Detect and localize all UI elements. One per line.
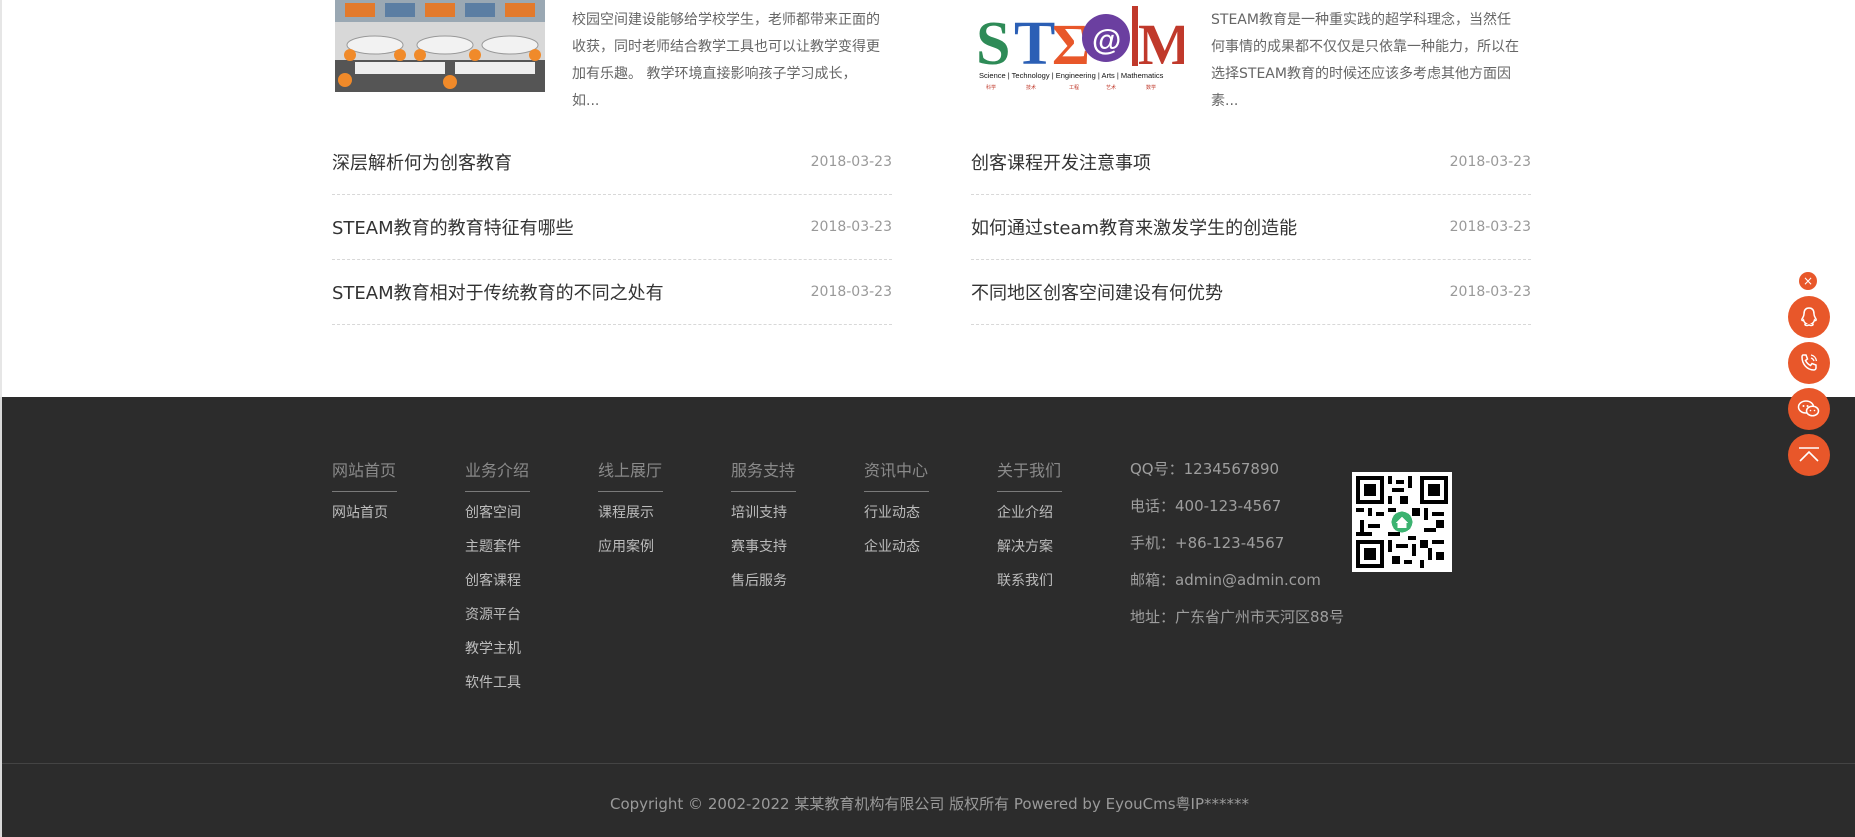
footer-nav-link[interactable]: 行业动态 [864, 496, 929, 530]
qr-code [1352, 472, 1452, 572]
news-date: 2018-03-23 [810, 284, 892, 300]
copyright-text: Copyright © 2002-2022 某某教育机构有限公司 版权所有 Po… [609, 795, 1249, 813]
news-title[interactable]: 如何通过steam教育来激发学生的创造能 [971, 214, 1297, 240]
footer-nav-link[interactable]: 应用案例 [598, 530, 663, 564]
footer-nav-heading[interactable]: 线上展厅 [598, 461, 663, 492]
footer-nav-link[interactable]: 软件工具 [465, 666, 530, 700]
footer-nav-column: 网站首页 网站首页 [332, 461, 397, 530]
footer-nav-heading[interactable]: 业务介绍 [465, 461, 530, 492]
news-title[interactable]: STEAM教育相对于传统教育的不同之处有 [332, 279, 664, 305]
news-date: 2018-03-23 [810, 219, 892, 235]
back-to-top-icon [1799, 447, 1819, 462]
footer-divider [2, 763, 1855, 764]
wechat-icon [1797, 400, 1820, 417]
float-back-to-top-button[interactable] [1788, 434, 1830, 476]
steam-sub-label: 科学 [986, 84, 996, 91]
news-item[interactable]: 不同地区创客空间建设有何优势 2018-03-23 [971, 260, 1531, 325]
steam-letter: S [976, 10, 1010, 78]
article-item[interactable]: 校园空间建设能够给学校学生，老师都带来正面的收获，同时老师结合教学工具也可以让教… [335, 0, 895, 109]
footer-nav-heading[interactable]: 资讯中心 [864, 461, 929, 492]
footer: 网站首页 网站首页 业务介绍 创客空间 主题套件 创客课程 资源平台 教学主机 … [0, 397, 1855, 837]
news-title[interactable]: 不同地区创客空间建设有何优势 [971, 279, 1223, 305]
article-thumbnail-steam-logo[interactable]: S T Σ @ M Science | Technology | Enginee… [974, 0, 1184, 92]
news-item[interactable]: STEAM教育的教育特征有哪些 2018-03-23 [332, 195, 892, 260]
footer-nav-heading[interactable]: 服务支持 [731, 461, 796, 492]
contact-qq: QQ号：1234567890 [1130, 460, 1280, 478]
qq-icon [1801, 307, 1817, 327]
steam-letter: T [1014, 10, 1055, 78]
float-bar-close-button[interactable]: × [1799, 272, 1817, 290]
article-section: 校园空间建设能够给学校学生，老师都带来正面的收获，同时老师结合教学工具也可以让教… [0, 0, 1855, 397]
contact-phone: 电话：400-123-4567 [1130, 497, 1282, 515]
footer-nav-heading[interactable]: 关于我们 [997, 461, 1062, 492]
steam-letter: @ [1092, 24, 1121, 57]
contact-address: 地址：广东省广州市天河区88号 [1130, 608, 1345, 626]
news-date: 2018-03-23 [1449, 219, 1531, 235]
footer-nav-link[interactable]: 创客空间 [465, 496, 530, 530]
news-item[interactable]: STEAM教育相对于传统教育的不同之处有 2018-03-23 [332, 260, 892, 325]
news-date: 2018-03-23 [1449, 284, 1531, 300]
float-wechat-button[interactable] [1788, 388, 1830, 430]
footer-nav-column: 关于我们 企业介绍 解决方案 联系我们 [997, 461, 1062, 598]
footer-nav-link[interactable]: 解决方案 [997, 530, 1062, 564]
footer-nav-link[interactable]: 网站首页 [332, 496, 397, 530]
news-list-right: 创客课程开发注意事项 2018-03-23 如何通过steam教育来激发学生的创… [971, 130, 1531, 325]
footer-nav-column: 服务支持 培训支持 赛事支持 售后服务 [731, 461, 796, 598]
footer-nav-link[interactable]: 售后服务 [731, 564, 796, 598]
news-date: 2018-03-23 [810, 154, 892, 170]
news-item[interactable]: 创客课程开发注意事项 2018-03-23 [971, 130, 1531, 195]
float-phone-button[interactable] [1788, 342, 1830, 384]
steam-sub-label: 数学 [1146, 84, 1156, 91]
article-item[interactable]: S T Σ @ M Science | Technology | Enginee… [974, 0, 1534, 109]
footer-nav-link[interactable]: 企业介绍 [997, 496, 1062, 530]
footer-nav-link[interactable]: 联系我们 [997, 564, 1062, 598]
contact-mobile: 手机：+86-123-4567 [1130, 534, 1285, 552]
footer-nav-heading[interactable]: 网站首页 [332, 461, 397, 492]
steam-sub-label: 技术 [1026, 84, 1036, 91]
footer-nav-link[interactable]: 教学主机 [465, 632, 530, 666]
float-qq-button[interactable] [1788, 296, 1830, 338]
steam-sub-label: 艺术 [1106, 84, 1116, 91]
news-list-left: 深层解析何为创客教育 2018-03-23 STEAM教育的教育特征有哪些 20… [332, 130, 892, 325]
footer-nav-link[interactable]: 资源平台 [465, 598, 530, 632]
footer-nav-column: 业务介绍 创客空间 主题套件 创客课程 资源平台 教学主机 软件工具 [465, 461, 530, 700]
article-thumbnail-classroom[interactable] [335, 0, 545, 92]
steam-letter: M [1138, 12, 1184, 77]
phone-icon [1801, 354, 1818, 371]
contact-email: 邮箱：admin@admin.com [1130, 571, 1321, 589]
footer-nav-link[interactable]: 培训支持 [731, 496, 796, 530]
steam-sub-label: 工程 [1069, 84, 1079, 91]
footer-nav-link[interactable]: 课程展示 [598, 496, 663, 530]
contact-info: QQ号：1234567890 电话：400-123-4567 手机：+86-12… [1130, 459, 1344, 644]
news-item[interactable]: 如何通过steam教育来激发学生的创造能 2018-03-23 [971, 195, 1531, 260]
footer-nav-link[interactable]: 赛事支持 [731, 530, 796, 564]
news-date: 2018-03-23 [1449, 154, 1531, 170]
article-summary: STEAM教育是一种重实践的超学科理念，当然任何事情的成果都不仅仅是只依靠一种能… [1211, 12, 1519, 109]
news-title[interactable]: STEAM教育的教育特征有哪些 [332, 214, 574, 240]
news-title[interactable]: 深层解析何为创客教育 [332, 149, 512, 175]
news-item[interactable]: 深层解析何为创客教育 2018-03-23 [332, 130, 892, 195]
article-summary: 校园空间建设能够给学校学生，老师都带来正面的收获，同时老师结合教学工具也可以让教… [572, 12, 880, 109]
news-title[interactable]: 创客课程开发注意事项 [971, 149, 1151, 175]
footer-nav-column: 资讯中心 行业动态 企业动态 [864, 461, 929, 564]
steam-caption: Science | Technology | Engineering | Art… [979, 71, 1164, 80]
footer-nav-link[interactable]: 企业动态 [864, 530, 929, 564]
footer-nav-column: 线上展厅 课程展示 应用案例 [598, 461, 663, 564]
footer-nav-link[interactable]: 创客课程 [465, 564, 530, 598]
footer-nav-link[interactable]: 主题套件 [465, 530, 530, 564]
